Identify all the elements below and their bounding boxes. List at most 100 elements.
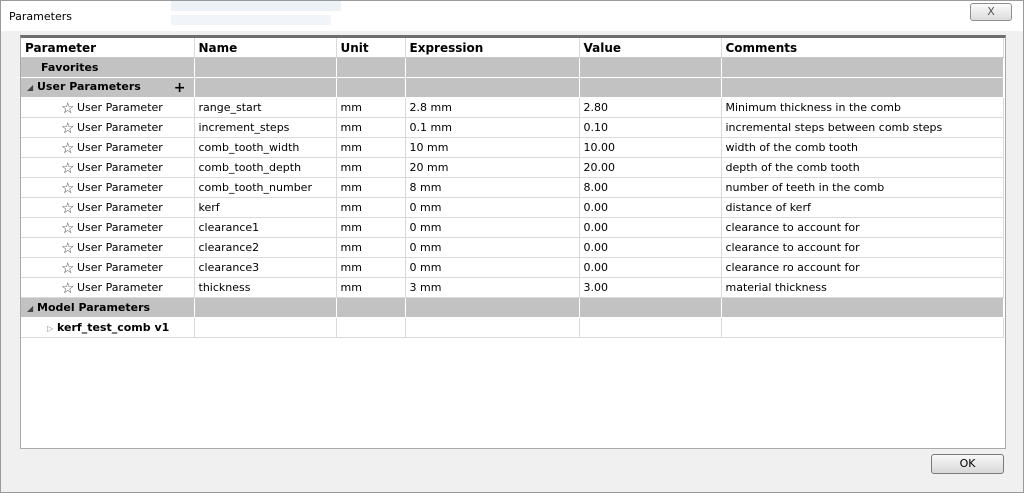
parameter-expression[interactable]: 0.1 mm bbox=[405, 117, 580, 138]
table-row[interactable]: ☆ User Parameter clearance1 mm 0 mm 0.00 clear… bbox=[21, 217, 1004, 238]
parameter-comment[interactable]: clearance to account for bbox=[721, 217, 1004, 238]
parameter-unit[interactable]: mm bbox=[336, 257, 406, 278]
parameter-comment[interactable]: incremental steps between comb steps bbox=[721, 117, 1004, 138]
column-header-comments[interactable]: Comments bbox=[721, 38, 1004, 58]
parameter-name[interactable]: comb_tooth_width bbox=[194, 137, 337, 158]
parameters-table: Parameter Name Unit Expression Value Com… bbox=[21, 38, 1004, 338]
column-header-parameter[interactable]: Parameter bbox=[21, 38, 195, 58]
close-button[interactable]: X bbox=[970, 3, 1012, 21]
parameter-expression[interactable]: 10 mm bbox=[405, 137, 580, 158]
triangle-expanded-icon[interactable]: ◢ bbox=[27, 304, 37, 313]
table-row[interactable]: ☆ User Parameter clearance2 mm 0 mm 0.00 clear… bbox=[21, 237, 1004, 258]
parameter-expression[interactable]: 0 mm bbox=[405, 257, 580, 278]
parameter-value: 10.00 bbox=[579, 137, 722, 158]
table-row[interactable]: ☆ User Parameter kerf mm 0 mm 0.00 distance of… bbox=[21, 197, 1004, 218]
model-name: kerf_test_comb v1 bbox=[57, 321, 170, 334]
parameter-expression[interactable]: 2.8 mm bbox=[405, 97, 580, 118]
user-parameters-label: User Parameters bbox=[37, 79, 141, 93]
triangle-collapsed-icon[interactable]: ▷ bbox=[47, 324, 57, 333]
parameter-comment[interactable]: width of the comb tooth bbox=[721, 137, 1004, 158]
table-row[interactable]: ☆ User Parameter increment_steps mm 0.1 mm 0.… bbox=[21, 117, 1004, 138]
favorites-label: Favorites bbox=[21, 57, 195, 78]
parameter-unit[interactable]: mm bbox=[336, 177, 406, 198]
parameter-comment[interactable]: number of teeth in the comb bbox=[721, 177, 1004, 198]
parameter-expression[interactable]: 20 mm bbox=[405, 157, 580, 178]
parameter-type: User Parameter bbox=[77, 280, 163, 294]
parameter-name[interactable]: range_start bbox=[194, 97, 337, 118]
background-blur bbox=[171, 1, 341, 11]
parameter-unit[interactable]: mm bbox=[336, 197, 406, 218]
parameter-unit[interactable]: mm bbox=[336, 237, 406, 258]
parameter-expression[interactable]: 0 mm bbox=[405, 237, 580, 258]
parameter-value: 0.10 bbox=[579, 117, 722, 138]
star-outline-icon[interactable]: ☆ bbox=[61, 160, 77, 175]
parameter-value: 0.00 bbox=[579, 197, 722, 218]
plus-icon[interactable]: + bbox=[174, 80, 186, 96]
parameter-type: User Parameter bbox=[77, 100, 163, 114]
parameter-name[interactable]: comb_tooth_number bbox=[194, 177, 337, 198]
parameter-comment[interactable]: material thickness bbox=[721, 277, 1004, 298]
model-parameters-label: Model Parameters bbox=[37, 301, 151, 314]
ok-button[interactable]: OK bbox=[931, 454, 1004, 474]
table-row[interactable]: ☆ User Parameter thickness mm 3 mm 3.00 materi… bbox=[21, 277, 1004, 298]
favorites-section[interactable]: Favorites bbox=[21, 57, 1004, 78]
parameter-name[interactable]: clearance2 bbox=[194, 237, 337, 258]
star-outline-icon[interactable]: ☆ bbox=[61, 140, 77, 155]
star-outline-icon[interactable]: ☆ bbox=[61, 280, 77, 295]
triangle-expanded-icon[interactable]: ◢ bbox=[27, 83, 37, 92]
parameter-comment[interactable]: clearance to account for bbox=[721, 237, 1004, 258]
parameter-value: 0.00 bbox=[579, 217, 722, 238]
star-outline-icon[interactable]: ☆ bbox=[61, 120, 77, 135]
parameter-name[interactable]: comb_tooth_depth bbox=[194, 157, 337, 178]
parameter-name[interactable]: clearance1 bbox=[194, 217, 337, 238]
parameter-value: 0.00 bbox=[579, 237, 722, 258]
model-parameters-section[interactable]: ◢ Model Parameters bbox=[21, 297, 1004, 318]
column-header-name[interactable]: Name bbox=[194, 38, 337, 58]
model-row[interactable]: ▷ kerf_test_comb v1 bbox=[21, 317, 1004, 338]
parameter-type: User Parameter bbox=[77, 240, 163, 254]
parameter-comment[interactable]: depth of the comb tooth bbox=[721, 157, 1004, 178]
star-outline-icon[interactable]: ☆ bbox=[61, 260, 77, 275]
parameter-name[interactable]: clearance3 bbox=[194, 257, 337, 278]
parameter-value: 8.00 bbox=[579, 177, 722, 198]
star-outline-icon[interactable]: ☆ bbox=[61, 200, 77, 215]
parameter-value: 20.00 bbox=[579, 157, 722, 178]
parameter-comment[interactable]: distance of kerf bbox=[721, 197, 1004, 218]
table-header: Parameter Name Unit Expression Value Com… bbox=[21, 38, 1004, 58]
background-blur bbox=[171, 15, 331, 25]
parameter-unit[interactable]: mm bbox=[336, 157, 406, 178]
parameter-value: 2.80 bbox=[579, 97, 722, 118]
parameter-expression[interactable]: 3 mm bbox=[405, 277, 580, 298]
column-header-expression[interactable]: Expression bbox=[405, 38, 580, 58]
parameter-comment[interactable]: clearance ro account for bbox=[721, 257, 1004, 278]
parameter-unit[interactable]: mm bbox=[336, 277, 406, 298]
parameter-expression[interactable]: 0 mm bbox=[405, 217, 580, 238]
parameter-name[interactable]: thickness bbox=[194, 277, 337, 298]
parameter-type: User Parameter bbox=[77, 200, 163, 214]
table-row[interactable]: ☆ User Parameter clearance3 mm 0 mm 0.00 clear… bbox=[21, 257, 1004, 278]
user-parameters-section[interactable]: ◢ User Parameters + bbox=[21, 77, 1004, 98]
parameter-type: User Parameter bbox=[77, 220, 163, 234]
parameter-type: User Parameter bbox=[77, 260, 163, 274]
table-row[interactable]: ☆ User Parameter range_start mm 2.8 mm 2.80 Mi… bbox=[21, 97, 1004, 118]
table-row[interactable]: ☆ User Parameter comb_tooth_width mm 10 mm 10… bbox=[21, 137, 1004, 158]
star-outline-icon[interactable]: ☆ bbox=[61, 100, 77, 115]
column-header-unit[interactable]: Unit bbox=[336, 38, 406, 58]
parameter-type: User Parameter bbox=[77, 180, 163, 194]
parameter-unit[interactable]: mm bbox=[336, 137, 406, 158]
parameters-table-panel: Parameter Name Unit Expression Value Com… bbox=[20, 35, 1006, 449]
parameter-expression[interactable]: 0 mm bbox=[405, 197, 580, 218]
star-outline-icon[interactable]: ☆ bbox=[61, 220, 77, 235]
table-row[interactable]: ☆ User Parameter comb_tooth_depth mm 20 mm 20… bbox=[21, 157, 1004, 178]
table-row[interactable]: ☆ User Parameter comb_tooth_number mm 8 mm 8.… bbox=[21, 177, 1004, 198]
star-outline-icon[interactable]: ☆ bbox=[61, 240, 77, 255]
parameter-name[interactable]: increment_steps bbox=[194, 117, 337, 138]
parameter-unit[interactable]: mm bbox=[336, 217, 406, 238]
star-outline-icon[interactable]: ☆ bbox=[61, 180, 77, 195]
parameter-unit[interactable]: mm bbox=[336, 117, 406, 138]
column-header-value[interactable]: Value bbox=[579, 38, 722, 58]
parameter-unit[interactable]: mm bbox=[336, 97, 406, 118]
parameter-expression[interactable]: 8 mm bbox=[405, 177, 580, 198]
parameter-name[interactable]: kerf bbox=[194, 197, 337, 218]
parameter-comment[interactable]: Minimum thickness in the comb bbox=[721, 97, 1004, 118]
